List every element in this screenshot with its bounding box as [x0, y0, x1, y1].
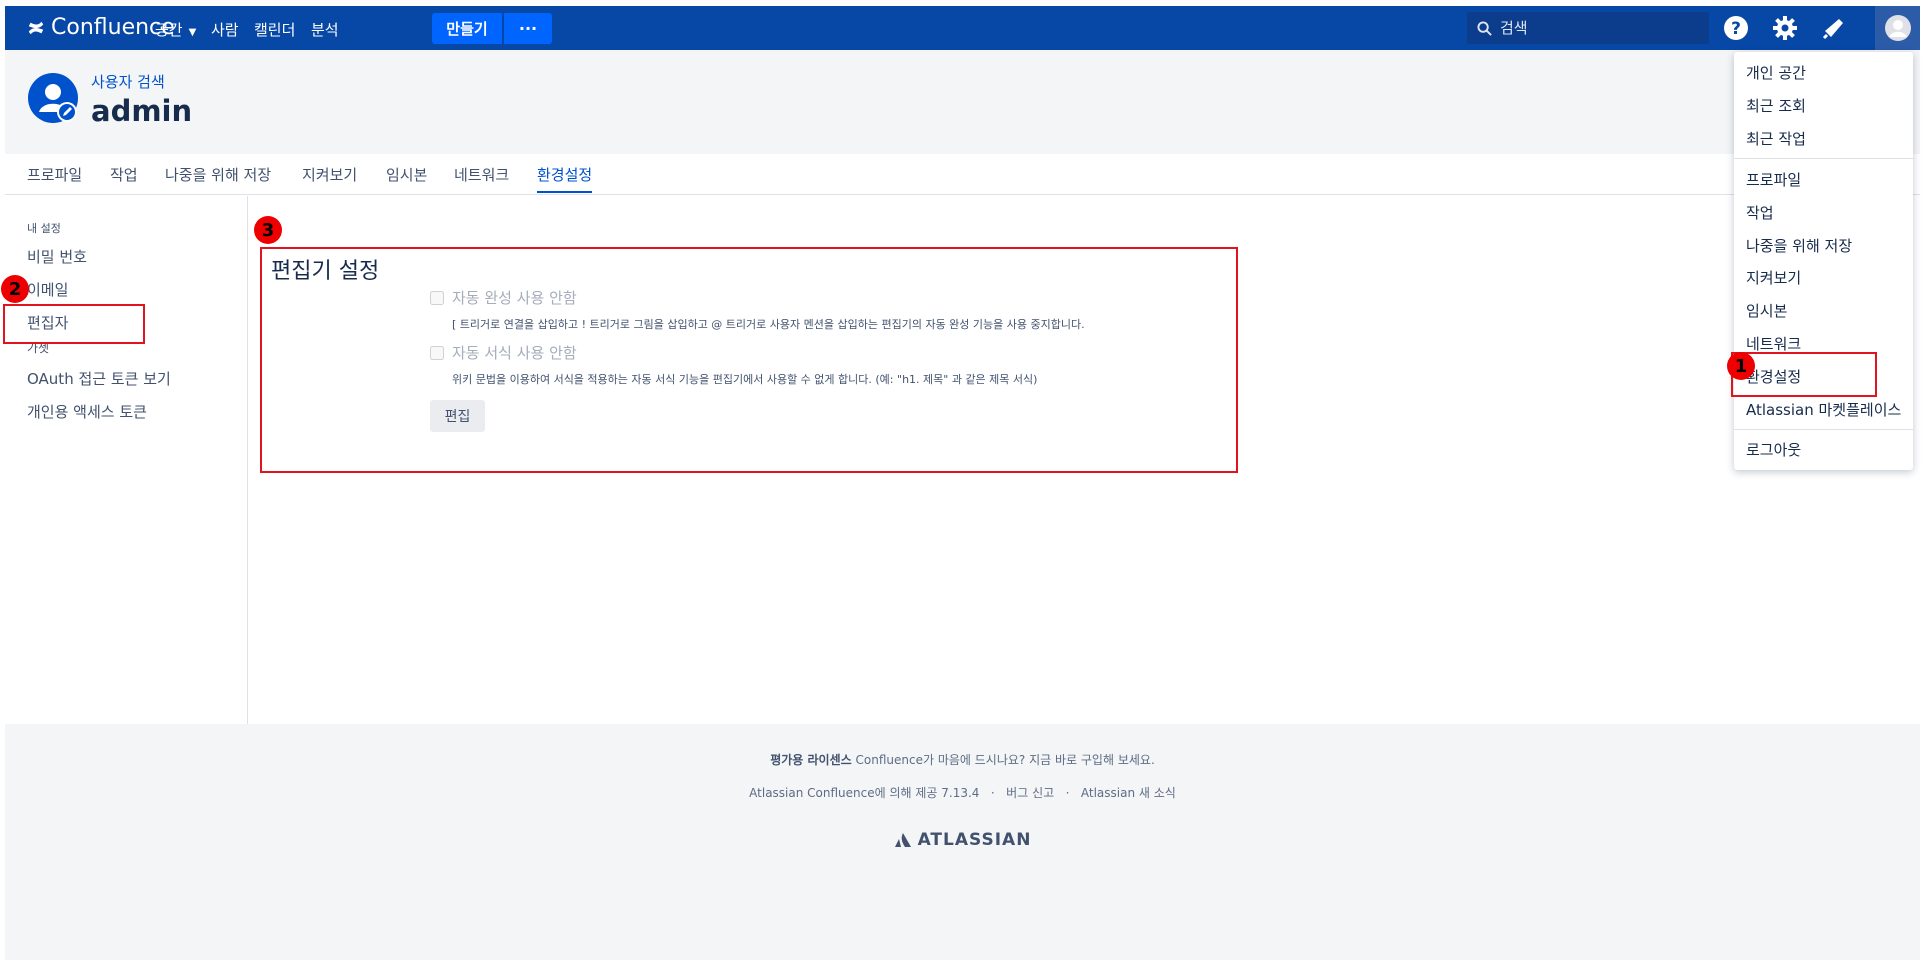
atlassian-logo-text: ATLASSIAN	[917, 830, 1032, 850]
sidebar-heading: 내 설정	[27, 222, 61, 235]
tab-network[interactable]: 네트워크	[454, 164, 509, 185]
user-avatar-button[interactable]	[1875, 6, 1920, 50]
nav-spaces[interactable]: 공간 ▼	[155, 19, 196, 40]
annotation-badge-2: 2	[1, 275, 29, 303]
chevron-down-icon: ▼	[188, 27, 197, 38]
search-box[interactable]	[1467, 12, 1709, 44]
atlassian-news-link[interactable]: Atlassian 새 소식	[1081, 786, 1176, 800]
sidebar-item-email[interactable]: 이메일	[27, 279, 68, 300]
notifications-megaphone-icon[interactable]	[1820, 14, 1848, 42]
menu-item-profile[interactable]: 프로파일	[1746, 169, 1801, 190]
annotation-badge-1: 1	[1727, 352, 1755, 380]
nav-spaces-label: 공간	[155, 21, 183, 39]
footer-separator: ·	[990, 786, 995, 800]
footer: 평가용 라이센스 Confluence가 마음에 드시나요? 지금 바로 구입해…	[5, 724, 1920, 960]
menu-item-personal-space[interactable]: 개인 공간	[1746, 62, 1806, 83]
tab-settings[interactable]: 환경설정	[537, 164, 593, 193]
nav-people[interactable]: 사람	[211, 19, 239, 40]
powered-by-link[interactable]: Atlassian Confluence에 의해 제공 7.13.4	[749, 786, 979, 800]
annotation-box-2	[3, 304, 145, 344]
footer-separator: ·	[1065, 786, 1070, 800]
sidebar-item-oauth-tokens[interactable]: OAuth 접근 토큰 보기	[27, 368, 171, 389]
menu-item-saved-for-later[interactable]: 나중을 위해 저장	[1746, 235, 1852, 256]
tab-drafts[interactable]: 임시본	[386, 164, 427, 185]
gear-icon[interactable]	[1771, 14, 1799, 42]
menu-item-recently-worked[interactable]: 최근 작업	[1746, 128, 1806, 149]
profile-tabs: 프로파일 작업 나중을 위해 저장 지켜보기 임시본 네트워크 환경설정	[5, 154, 1920, 195]
create-button[interactable]: 만들기	[432, 13, 502, 44]
search-input[interactable]	[1500, 19, 1690, 37]
profile-header: 사용자 검색 admin	[5, 50, 1920, 154]
tab-watching[interactable]: 지켜보기	[302, 164, 357, 185]
menu-item-network[interactable]: 네트워크	[1746, 333, 1801, 354]
user-profile-icon	[28, 73, 78, 123]
svg-text:?: ?	[1731, 19, 1741, 39]
more-create-button[interactable]: ···	[504, 13, 552, 44]
user-menu-dropdown: 개인 공간 최근 조회 최근 작업 프로파일 작업 나중을 위해 저장 지켜보기…	[1734, 52, 1913, 470]
report-bug-link[interactable]: 버그 신고	[1006, 786, 1054, 800]
menu-item-watching[interactable]: 지켜보기	[1746, 267, 1801, 288]
license-label: 평가용 라이센스	[770, 753, 852, 767]
nav-calendar[interactable]: 캘린더	[254, 19, 295, 40]
footer-links: Atlassian Confluence에 의해 제공 7.13.4 · 버그 …	[5, 784, 1920, 801]
confluence-logo-icon	[28, 21, 44, 34]
tab-saved-for-later[interactable]: 나중을 위해 저장	[165, 164, 271, 185]
tab-work[interactable]: 작업	[110, 164, 138, 185]
atlassian-logo-icon	[894, 833, 911, 847]
menu-divider	[1734, 158, 1913, 159]
nav-analytics[interactable]: 분석	[311, 19, 339, 40]
menu-item-marketplace[interactable]: Atlassian 마켓플레이스	[1746, 399, 1901, 420]
help-icon[interactable]: ?	[1722, 14, 1750, 42]
license-text[interactable]: Confluence가 마음에 드시나요? 지금 바로 구입해 보세요.	[852, 753, 1155, 767]
search-icon	[1477, 20, 1492, 36]
annotation-badge-3: 3	[254, 216, 282, 244]
menu-divider	[1734, 429, 1913, 430]
license-notice: 평가용 라이센스 Confluence가 마음에 드시나요? 지금 바로 구입해…	[5, 751, 1920, 768]
menu-item-recently-viewed[interactable]: 최근 조회	[1746, 95, 1806, 116]
settings-sidebar: 내 설정 비밀 번호 이메일 편집자 가젯 OAuth 접근 토큰 보기 개인용…	[5, 196, 248, 724]
tab-profile[interactable]: 프로파일	[27, 164, 82, 185]
top-navigation-bar: Confluence 공간 ▼ 사람 캘린더 분석 만들기 ··· ?	[5, 6, 1920, 50]
sidebar-item-personal-access-tokens[interactable]: 개인용 액세스 토큰	[27, 401, 147, 422]
sidebar-item-password[interactable]: 비밀 번호	[27, 246, 87, 267]
avatar-icon	[1884, 15, 1911, 41]
atlassian-logo[interactable]: ATLASSIAN	[5, 830, 1920, 850]
confluence-logo[interactable]: Confluence	[27, 15, 175, 40]
menu-item-logout[interactable]: 로그아웃	[1746, 439, 1801, 460]
breadcrumb[interactable]: 사용자 검색	[91, 71, 165, 92]
menu-item-work[interactable]: 작업	[1746, 202, 1774, 223]
annotation-box-3	[260, 247, 1238, 473]
menu-item-drafts[interactable]: 임시본	[1746, 300, 1787, 321]
page-title: admin	[91, 94, 193, 128]
